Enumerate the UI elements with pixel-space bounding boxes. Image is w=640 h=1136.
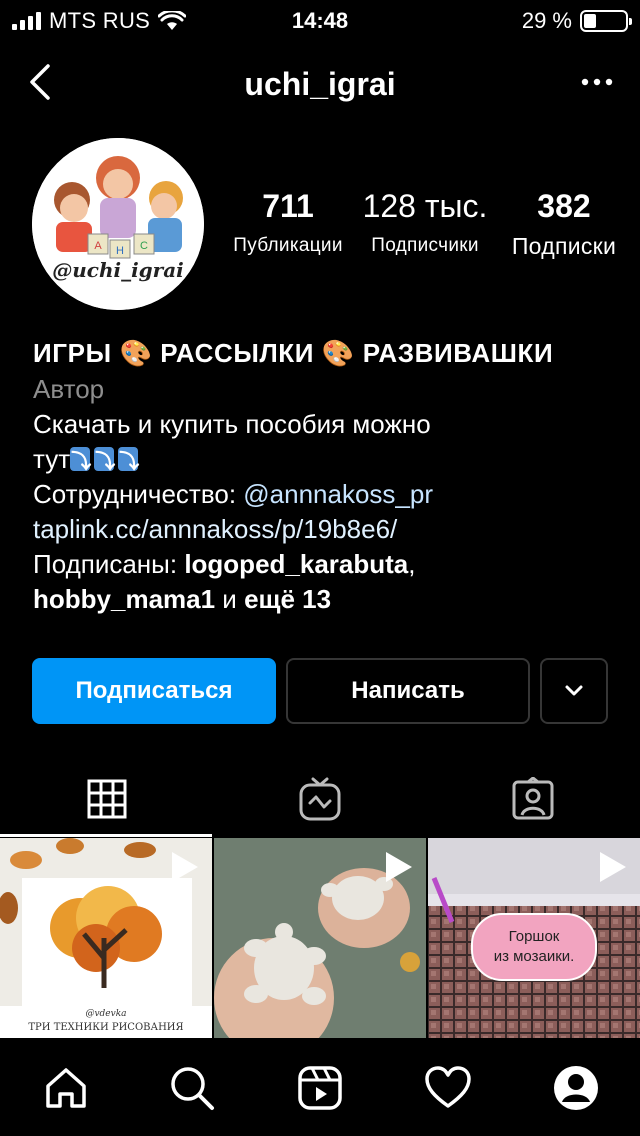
reels-icon[interactable] xyxy=(296,1064,344,1112)
tagged-icon xyxy=(512,777,553,820)
profile-icon[interactable] xyxy=(552,1064,600,1112)
stat-followers-label: Подписчики xyxy=(371,235,479,256)
followed-prefix: Подписаны: xyxy=(33,549,185,579)
avatar-illustration: A H C xyxy=(32,138,204,310)
palette-icon: 🎨 xyxy=(119,339,153,369)
stat-followers-value: 128 тыс. xyxy=(362,188,488,224)
play-icon xyxy=(600,852,626,882)
followed-sep: , xyxy=(408,549,416,579)
profile-header: uchi_igrai xyxy=(0,50,640,114)
home-icon[interactable] xyxy=(42,1064,90,1112)
stat-posts-label: Публикации xyxy=(233,235,343,256)
bio-line1: Скачать и купить пособия можно xyxy=(33,409,431,439)
stat-followers[interactable]: 128 тыс. Подписчики xyxy=(360,188,490,257)
stat-following[interactable]: 382 Подписки xyxy=(502,188,626,260)
suggested-dropdown-button[interactable] xyxy=(540,658,608,724)
battery-icon xyxy=(580,10,632,32)
followed-by[interactable]: Подписаны: logoped_karabuta, xyxy=(33,547,623,582)
followed-by-line2[interactable]: hobby_mama1 и ещё 13 xyxy=(33,582,623,617)
name-part3: РАЗВИВАШКИ xyxy=(362,338,554,368)
arrow-down-icon xyxy=(118,444,139,479)
active-tab-indicator xyxy=(0,834,212,837)
bio-line2: тут xyxy=(33,442,623,479)
chevron-down-icon xyxy=(565,685,583,696)
svg-text:H: H xyxy=(116,245,124,257)
profile-bio: ИГРЫ 🎨 РАССЫЛКИ 🎨 РАЗВИВАШКИ Автор Скача… xyxy=(33,336,623,617)
avatar-caption: @uchi_igrai xyxy=(52,258,184,282)
post-grid: @vdevka ТРИ ТЕХНИКИ РИСОВАНИЯ Горшок из … xyxy=(0,838,640,1038)
stat-posts[interactable]: 711 Публикации xyxy=(226,188,350,257)
bio-collab: Сотрудничество: @annnakoss_pr xyxy=(33,477,623,512)
arrow-down-icon xyxy=(94,444,115,479)
username-title: uchi_igrai xyxy=(244,66,396,102)
tab-igtv[interactable] xyxy=(213,760,426,838)
post-thumbnail[interactable]: Горшок из мозаики. xyxy=(428,838,640,1038)
bio-line2-text: тут xyxy=(33,444,71,474)
profile-tabs xyxy=(0,760,640,838)
profile-stats: 711 Публикации 128 тыс. Подписчики 382 П… xyxy=(220,188,640,268)
palette-icon: 🎨 xyxy=(321,339,355,369)
message-button[interactable]: Написать xyxy=(286,658,530,724)
heart-icon[interactable] xyxy=(424,1064,472,1112)
igtv-icon xyxy=(299,777,340,821)
post-thumbnail[interactable]: @vdevka ТРИ ТЕХНИКИ РИСОВАНИЯ xyxy=(0,838,212,1038)
followed-mid: и xyxy=(215,584,245,614)
play-icon xyxy=(172,852,198,882)
stat-following-value: 382 xyxy=(537,188,591,224)
stat-following-label: Подписки xyxy=(511,233,617,259)
follow-button[interactable]: Подписаться xyxy=(32,658,276,724)
post-thumbnail[interactable] xyxy=(214,838,426,1038)
tab-tagged[interactable] xyxy=(426,760,639,838)
stat-posts-value: 711 xyxy=(262,188,314,224)
name-part1: ИГРЫ xyxy=(33,338,112,368)
grid-icon xyxy=(87,779,126,819)
post-caption-line1: Горшок xyxy=(509,928,560,945)
followed-more: ещё 13 xyxy=(244,584,332,614)
battery-percent: 29 % xyxy=(521,8,572,33)
bio-website-link[interactable]: taplink.cc/annnakoss/p/19b8e6/ xyxy=(33,512,623,547)
search-icon[interactable] xyxy=(168,1064,216,1112)
profile-category: Автор xyxy=(33,374,105,404)
followed-user-2: hobby_mama1 xyxy=(33,584,216,614)
profile-name: ИГРЫ 🎨 РАССЫЛКИ 🎨 РАЗВИВАШКИ xyxy=(33,336,623,372)
status-right: 29 % xyxy=(521,8,632,34)
status-bar: MTS RUS 14:48 29 % xyxy=(0,0,640,40)
arrow-down-icon xyxy=(70,444,91,479)
play-icon xyxy=(386,852,412,882)
more-icon[interactable] xyxy=(580,70,614,94)
collab-handle-link[interactable]: @annnakoss_pr xyxy=(243,479,433,509)
post-signature: @vdevka xyxy=(85,1009,126,1019)
name-part2: РАССЫЛКИ xyxy=(160,338,315,368)
avatar[interactable]: A H C @uchi_igrai xyxy=(32,138,204,310)
svg-text:A: A xyxy=(94,240,102,252)
post-caption: ТРИ ТЕХНИКИ РИСОВАНИЯ xyxy=(28,1022,183,1033)
tab-grid[interactable] xyxy=(0,760,213,838)
svg-text:C: C xyxy=(140,240,148,252)
post-caption-line2: из мозаики. xyxy=(494,948,575,965)
followed-user-1: logoped_karabuta xyxy=(184,549,409,579)
bottom-nav xyxy=(0,1040,640,1136)
collab-label: Сотрудничество: xyxy=(33,479,244,509)
